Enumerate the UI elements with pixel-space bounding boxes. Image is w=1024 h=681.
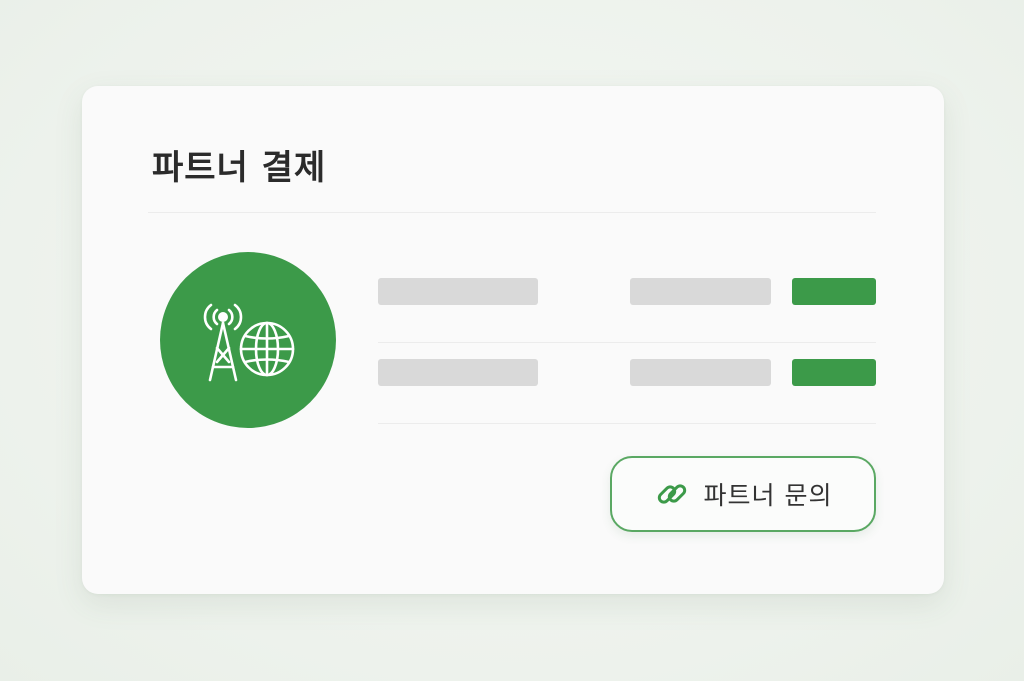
partner-inquiry-button[interactable]: 파트너 문의 — [610, 456, 876, 532]
antenna-globe-icon — [203, 303, 295, 382]
partner-logo — [160, 252, 336, 428]
partner-list — [378, 262, 876, 424]
list-item — [378, 262, 876, 343]
card-title: 파트너 결제 — [152, 148, 327, 188]
page-background: 파트너 결제 파트너 문의 — [0, 0, 1024, 681]
row-value-placeholder — [630, 359, 771, 386]
partner-payment-card: 파트너 결제 파트너 문의 — [82, 86, 944, 594]
title-divider — [148, 212, 876, 213]
row-status-indicator — [792, 278, 876, 305]
list-item — [378, 343, 876, 424]
row-name-placeholder — [378, 278, 538, 305]
row-value-placeholder — [630, 278, 771, 305]
row-name-placeholder — [378, 359, 538, 386]
link-icon — [654, 476, 690, 512]
inquiry-button-label: 파트너 문의 — [703, 481, 833, 510]
row-status-indicator — [792, 359, 876, 386]
